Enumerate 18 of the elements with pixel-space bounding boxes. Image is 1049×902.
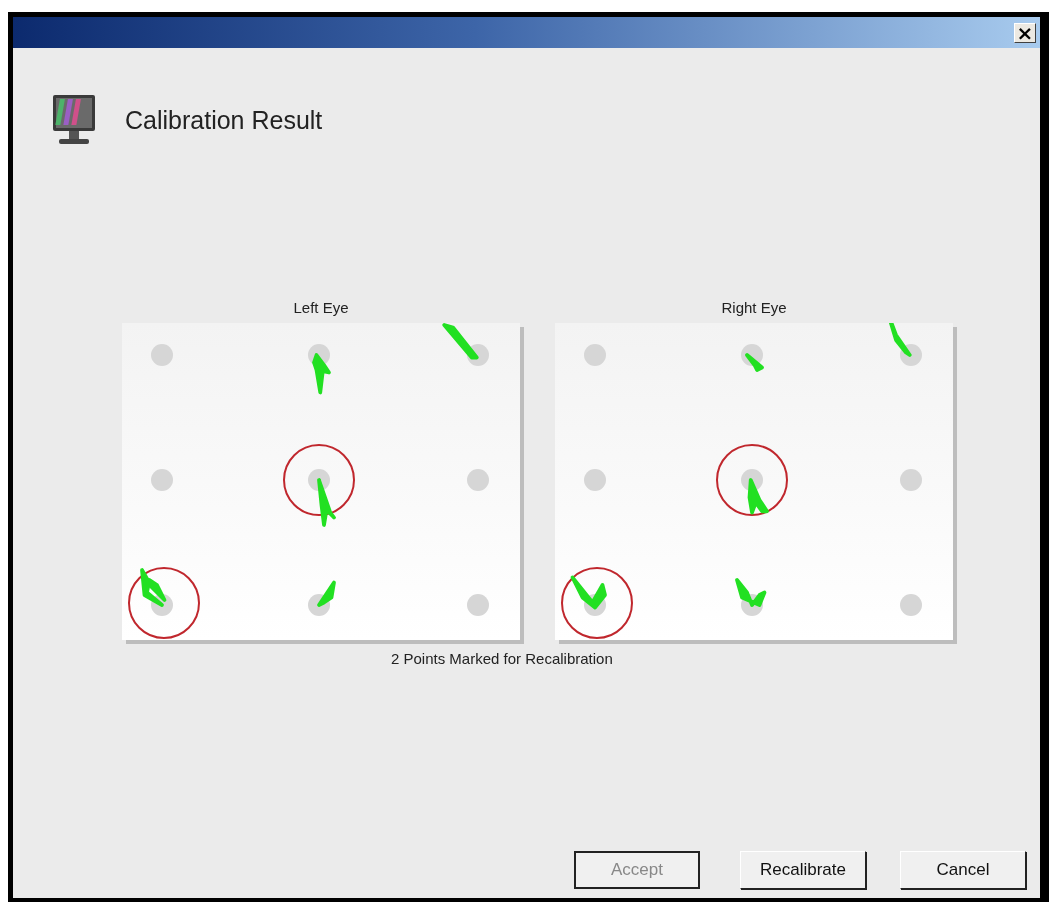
gaze-trace [570,575,607,610]
gaze-trace [317,580,336,607]
gaze-trace [317,478,336,527]
panel-title: Right Eye [721,299,787,316]
gaze-trace [140,568,167,607]
close-button[interactable]: × [1014,22,1036,43]
panel-title: Left Eye [293,299,349,316]
gaze-trace [747,478,769,515]
gaze-trace [886,323,912,357]
gaze-trace [745,353,764,372]
dialog-button[interactable]: Recalibrate [740,851,866,889]
dialog-button[interactable]: Cancel [900,851,1026,889]
monitor-icon [51,93,97,147]
gaze-trace [312,353,331,395]
gaze-trace [442,323,479,360]
gaze-trace [735,578,767,607]
dialog-heading: Calibration Result [125,105,323,135]
status-text: 2 Points Marked for Recalibration [391,650,613,667]
